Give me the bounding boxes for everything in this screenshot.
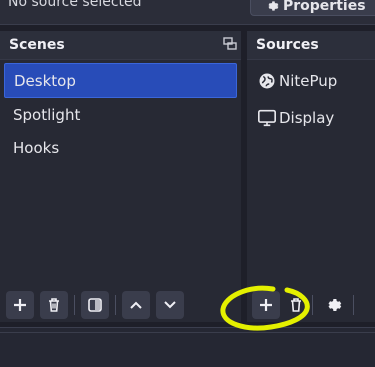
add-scene-button[interactable] [6, 291, 34, 319]
source-item-label: NitePup [279, 71, 338, 90]
bottom-panel [0, 327, 375, 367]
source-toolbar: No source selected Properties [0, 0, 375, 25]
scenes-title: Scenes [9, 37, 65, 53]
scene-filters-button[interactable] [81, 291, 109, 319]
toolbar-separator [353, 295, 354, 315]
add-icon [14, 299, 26, 311]
chevron-down-icon [164, 301, 176, 309]
scene-item-hooks[interactable]: Hooks [4, 131, 237, 164]
scene-item-desktop[interactable]: Desktop [4, 63, 237, 98]
scenes-header: Scenes [0, 31, 241, 60]
add-source-button[interactable] [252, 291, 280, 319]
scenes-panel: Scenes Desktop Spotlight Hooks [0, 31, 241, 322]
no-source-label: No source selected [8, 0, 142, 10]
source-item-label: Display [279, 108, 335, 127]
sources-title: Sources [256, 37, 319, 53]
sources-toolbar [252, 287, 360, 323]
move-scene-down-button[interactable] [156, 291, 184, 319]
sources-header: Sources [247, 31, 375, 60]
scene-list: Desktop Spotlight Hooks [0, 61, 241, 164]
gear-icon [328, 299, 342, 311]
add-icon [260, 299, 272, 311]
move-scene-up-button[interactable] [122, 291, 150, 319]
source-item-display[interactable]: Display [247, 99, 375, 136]
trash-icon [49, 298, 59, 312]
source-properties-button[interactable] [319, 291, 347, 319]
scene-item-label: Hooks [13, 138, 60, 157]
scene-item-label: Desktop [14, 71, 76, 90]
toolbar-separator [74, 295, 75, 315]
properties-label: Properties [283, 0, 366, 14]
monitor-icon [257, 108, 277, 128]
toolbar-separator [312, 295, 313, 315]
source-list: NitePup Display [247, 62, 375, 136]
gear-icon [268, 1, 279, 11]
filter-icon [88, 298, 102, 312]
chevron-up-icon [130, 301, 142, 309]
undock-icon[interactable] [223, 37, 237, 51]
source-item-nitepup[interactable]: NitePup [247, 62, 375, 99]
trash-icon [291, 298, 301, 312]
remove-scene-button[interactable] [40, 291, 68, 319]
scenes-toolbar [6, 287, 190, 323]
bottom-divider [0, 332, 375, 333]
remove-source-button[interactable] [286, 291, 306, 319]
scene-item-spotlight[interactable]: Spotlight [4, 98, 237, 131]
toolbar-separator [115, 295, 116, 315]
scene-item-label: Spotlight [13, 105, 81, 124]
properties-button[interactable]: Properties [250, 0, 375, 16]
sources-panel: Sources NitePup Display [247, 31, 375, 322]
globe-icon [257, 71, 277, 91]
